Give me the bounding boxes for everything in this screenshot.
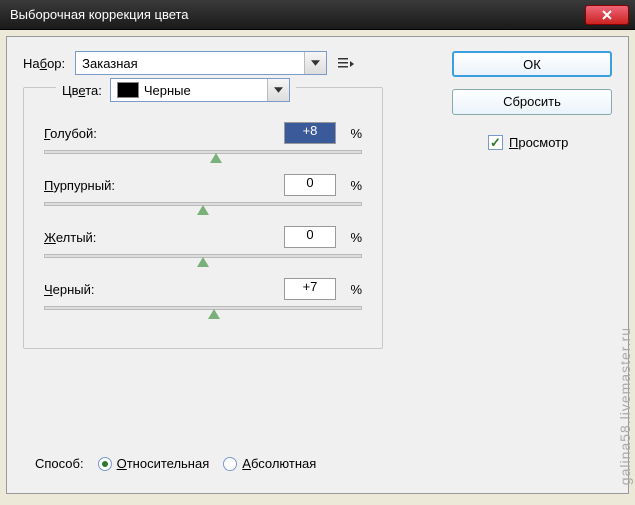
black-group: Черный: +7 % bbox=[44, 278, 362, 310]
yellow-label: Желтый: bbox=[44, 230, 284, 245]
yellow-thumb[interactable] bbox=[197, 257, 209, 267]
preset-value: Заказная bbox=[82, 56, 304, 71]
method-absolute-label: Абсолютная bbox=[242, 456, 316, 471]
pct-symbol: % bbox=[342, 178, 362, 193]
preset-combo-arrow[interactable] bbox=[304, 52, 326, 74]
method-absolute[interactable]: Абсолютная bbox=[223, 456, 316, 471]
colors-row: Цвета: Черные bbox=[56, 78, 296, 102]
titlebar: Выборочная коррекция цвета bbox=[0, 0, 635, 30]
preview-checkbox[interactable]: ✓ bbox=[488, 135, 503, 150]
color-swatch bbox=[117, 82, 139, 98]
watermark: galina58.livemaster.ru bbox=[617, 327, 633, 485]
colors-fieldset: Цвета: Черные Голубой: +8 % bbox=[23, 87, 383, 349]
method-row: Способ: Относительная Абсолютная bbox=[35, 456, 316, 471]
preset-label: Набор: bbox=[23, 56, 65, 71]
method-relative[interactable]: Относительная bbox=[98, 456, 210, 471]
preset-menu-button[interactable] bbox=[337, 54, 355, 72]
cyan-slider[interactable] bbox=[44, 150, 362, 154]
radio-absolute[interactable] bbox=[223, 457, 237, 471]
close-button[interactable] bbox=[585, 5, 629, 25]
method-label: Способ: bbox=[35, 456, 84, 471]
menu-icon bbox=[338, 57, 354, 69]
radio-relative[interactable] bbox=[98, 457, 112, 471]
pct-symbol: % bbox=[342, 282, 362, 297]
yellow-slider[interactable] bbox=[44, 254, 362, 258]
chevron-down-icon bbox=[274, 87, 283, 93]
ok-button[interactable]: ОК bbox=[452, 51, 612, 77]
black-input[interactable]: +7 bbox=[284, 278, 336, 300]
pct-symbol: % bbox=[342, 230, 362, 245]
magenta-slider[interactable] bbox=[44, 202, 362, 206]
window-title: Выборочная коррекция цвета bbox=[10, 7, 585, 22]
preview-label: Просмотр bbox=[509, 135, 568, 150]
chevron-down-icon bbox=[311, 60, 320, 66]
preview-row: ✓ Просмотр bbox=[452, 135, 612, 150]
radio-dot bbox=[102, 461, 108, 467]
pct-symbol: % bbox=[342, 126, 362, 141]
colors-combo[interactable]: Черные bbox=[110, 78, 290, 102]
colors-combo-arrow[interactable] bbox=[267, 79, 289, 101]
method-relative-label: Относительная bbox=[117, 456, 210, 471]
cyan-group: Голубой: +8 % bbox=[44, 122, 362, 154]
colors-value: Черные bbox=[144, 83, 267, 98]
magenta-group: Пурпурный: 0 % bbox=[44, 174, 362, 206]
magenta-label: Пурпурный: bbox=[44, 178, 284, 193]
yellow-input[interactable]: 0 bbox=[284, 226, 336, 248]
dialog-body: Набор: Заказная ОК Сбросить ✓ Просмотр bbox=[6, 36, 629, 494]
black-label: Черный: bbox=[44, 282, 284, 297]
right-column: ОК Сбросить ✓ Просмотр bbox=[452, 51, 612, 150]
reset-button[interactable]: Сбросить bbox=[452, 89, 612, 115]
magenta-thumb[interactable] bbox=[197, 205, 209, 215]
cyan-label: Голубой: bbox=[44, 126, 284, 141]
close-icon bbox=[602, 10, 612, 20]
colors-label: Цвета: bbox=[62, 83, 102, 98]
cyan-thumb[interactable] bbox=[210, 153, 222, 163]
yellow-group: Желтый: 0 % bbox=[44, 226, 362, 258]
cyan-input[interactable]: +8 bbox=[284, 122, 336, 144]
black-thumb[interactable] bbox=[208, 309, 220, 319]
black-slider[interactable] bbox=[44, 306, 362, 310]
preset-combo[interactable]: Заказная bbox=[75, 51, 327, 75]
magenta-input[interactable]: 0 bbox=[284, 174, 336, 196]
